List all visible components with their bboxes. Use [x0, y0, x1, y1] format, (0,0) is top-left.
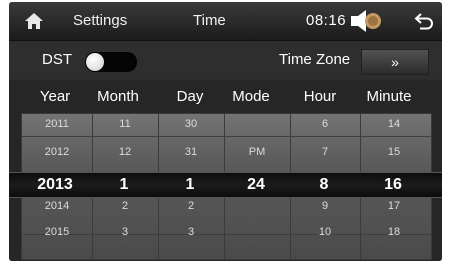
minute-option[interactable]: 14 — [359, 118, 429, 130]
hour-option[interactable]: 7 — [290, 146, 360, 158]
hour-option[interactable]: 10 — [290, 226, 360, 238]
year-option[interactable]: 2012 — [22, 146, 92, 158]
year-option[interactable]: 2015 — [22, 226, 92, 238]
volume-icon[interactable] — [349, 7, 383, 35]
month-option[interactable]: 2 — [90, 200, 160, 212]
selected-month[interactable]: 1 — [89, 176, 159, 194]
time-zone-label: Time Zone — [279, 51, 351, 68]
year-option[interactable]: 2014 — [22, 200, 92, 212]
month-option[interactable]: 12 — [90, 146, 160, 158]
top-bar: Settings Time 08:16 — [9, 2, 442, 41]
dst-label: DST — [42, 51, 72, 68]
selected-day[interactable]: 1 — [155, 176, 225, 194]
dst-row: DST Time Zone » — [9, 41, 442, 79]
year-option[interactable]: 2011 — [22, 118, 92, 130]
mode-option[interactable]: PM — [222, 146, 292, 158]
day-option[interactable]: 30 — [156, 118, 226, 130]
time-settings-screen: Settings Time 08:16 DST Time Zone » Year… — [9, 2, 442, 261]
month-option[interactable]: 3 — [90, 226, 160, 238]
back-icon[interactable] — [413, 11, 435, 31]
hour-option[interactable]: 6 — [290, 118, 360, 130]
month-option[interactable]: 11 — [90, 118, 160, 130]
day-option[interactable]: 2 — [156, 200, 226, 212]
header-minute: Minute — [366, 88, 412, 105]
selected-hour[interactable]: 8 — [289, 176, 359, 194]
home-icon[interactable] — [24, 12, 44, 30]
header-month: Month — [97, 88, 139, 105]
header-mode: Mode — [232, 88, 270, 105]
minute-option[interactable]: 18 — [359, 226, 429, 238]
selected-row[interactable]: 2013 1 1 24 8 16 — [9, 172, 442, 198]
date-time-picker: Year Month Day Mode Hour Minute 2011 11 … — [9, 80, 442, 261]
dst-toggle[interactable] — [85, 52, 137, 72]
header-year: Year — [39, 88, 71, 105]
header-day: Day — [176, 88, 204, 105]
day-option[interactable]: 31 — [156, 146, 226, 158]
selected-minute[interactable]: 16 — [358, 176, 428, 194]
hour-option[interactable]: 9 — [290, 200, 360, 212]
clock-display: 08:16 — [306, 12, 347, 29]
minute-option[interactable]: 15 — [359, 146, 429, 158]
selected-year[interactable]: 2013 — [20, 176, 90, 194]
settings-label[interactable]: Settings — [73, 12, 127, 29]
selected-mode[interactable]: 24 — [221, 176, 291, 194]
time-zone-button[interactable]: » — [361, 49, 429, 75]
toggle-knob[interactable] — [86, 53, 104, 71]
picker-headers: Year Month Day Mode Hour Minute — [9, 88, 442, 108]
time-title: Time — [193, 12, 226, 29]
day-option[interactable]: 3 — [156, 226, 226, 238]
minute-option[interactable]: 17 — [359, 200, 429, 212]
header-hour: Hour — [303, 88, 337, 105]
